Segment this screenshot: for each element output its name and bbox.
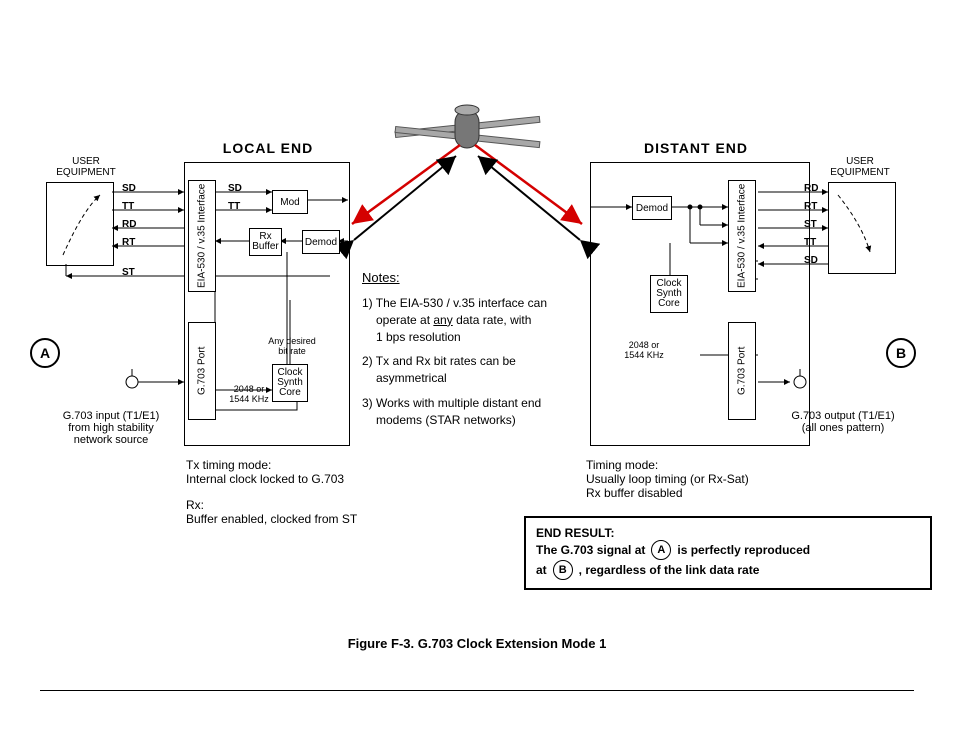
notes-block: Notes: 1) The EIA-530 / v.35 interface c… <box>362 270 582 429</box>
sig-st-l1: ST <box>122 267 135 278</box>
g703-input-caption: G.703 input (T1/E1) from high stability … <box>36 410 186 446</box>
sig-sd-l1: SD <box>122 183 136 194</box>
end-result-line-d: , regardless of the link data rate <box>579 563 760 577</box>
end-result-line-c: at <box>536 563 547 577</box>
sig-tt-d: TT <box>804 237 816 248</box>
rx-mode-title: Rx: <box>186 498 357 512</box>
circle-a-letter: A <box>40 345 50 361</box>
eia-interface-distant: EIA-530 / v.35 Interface <box>728 180 756 292</box>
rx-buffer-label: Rx Buffer <box>252 232 279 252</box>
demod-distant-label: Demod <box>636 203 668 214</box>
dist-mode-body1: Usually loop timing (or Rx-Sat) <box>586 472 749 486</box>
sig-st-d: ST <box>804 219 817 230</box>
user-equipment-label-distant: USER EQUIPMENT <box>818 156 902 178</box>
note2b: asymmetrical <box>362 370 582 387</box>
sig-rd-l1: RD <box>122 219 136 230</box>
end-result-line-a: The G.703 signal at <box>536 543 645 557</box>
tx-mode-title: Tx timing mode: <box>186 458 357 472</box>
g703-port-distant-label: G.703 Port <box>737 347 748 395</box>
sig-rt-d: RT <box>804 201 817 212</box>
user-equipment-label-local: USER EQUIPMENT <box>44 156 128 178</box>
demod-local: Demod <box>302 230 340 254</box>
sig-rt-l1: RT <box>122 237 135 248</box>
sig-tt-l2: TT <box>228 201 240 212</box>
end-result-circle-b: B <box>553 560 573 580</box>
end-result-box: END RESULT: The G.703 signal at A is per… <box>524 516 932 590</box>
eia-interface-local: EIA-530 / v.35 Interface <box>188 180 216 292</box>
end-result-title: END RESULT: <box>536 526 920 540</box>
clock-synth-distant-label: Clock Synth Core <box>656 279 682 309</box>
notes-heading: Notes: <box>362 270 582 285</box>
g703-output-caption: G.703 output (T1/E1) (all ones pattern) <box>768 410 918 434</box>
note1b-u: any <box>433 313 452 327</box>
circle-b: B <box>886 338 916 368</box>
satellite-icon <box>395 105 540 148</box>
dist-mode-body2: Rx buffer disabled <box>586 486 749 500</box>
note1a: 1) The EIA-530 / v.35 interface can <box>362 295 582 312</box>
eia-interface-distant-label: EIA-530 / v.35 Interface <box>737 184 748 288</box>
circle-a: A <box>30 338 60 368</box>
g703-port-local-label: G.703 Port <box>197 347 208 395</box>
clock-synth-local: Clock Synth Core <box>272 364 308 402</box>
circle-b-letter: B <box>896 345 906 361</box>
end-result-a-letter: A <box>657 544 665 556</box>
g703-rate-distant: 2048 or 1544 KHz <box>620 340 668 360</box>
end-result-line-b: is perfectly reproduced <box>677 543 810 557</box>
note3b: modems (STAR networks) <box>362 412 582 429</box>
sig-sd-d: SD <box>804 255 818 266</box>
demod-distant: Demod <box>632 196 672 220</box>
figure-caption: Figure F-3. G.703 Clock Extension Mode 1 <box>0 636 954 651</box>
diagram-page: LOCAL END DISTANT END EIA-530 / v.35 Int… <box>0 0 954 738</box>
local-end-title: LOCAL END <box>188 140 348 156</box>
sig-tt-l1: TT <box>122 201 134 212</box>
user-equipment-box-distant <box>828 182 896 274</box>
g703-rate-local: 2048 or 1544 KHz <box>225 384 273 404</box>
mod-label: Mod <box>280 197 299 208</box>
g703-port-local: G.703 Port <box>188 322 216 420</box>
note3a: 3) Works with multiple distant end <box>362 395 582 412</box>
distant-end-box <box>590 162 810 446</box>
note1b-post: data rate, with <box>453 313 532 327</box>
mod-block: Mod <box>272 190 308 214</box>
distant-end-title: DISTANT END <box>586 140 806 156</box>
g703-port-distant: G.703 Port <box>728 322 756 420</box>
clock-synth-distant: Clock Synth Core <box>650 275 688 313</box>
rx-buffer-block: Rx Buffer <box>249 228 282 256</box>
eia-interface-local-label: EIA-530 / v.35 Interface <box>197 184 208 288</box>
tx-mode-body: Internal clock locked to G.703 <box>186 472 357 486</box>
note1c: 1 bps resolution <box>362 329 582 346</box>
user-equipment-box-local <box>46 182 114 266</box>
note1b-pre: operate at <box>376 313 433 327</box>
sig-rd-d: RD <box>804 183 818 194</box>
rx-mode-body: Buffer enabled, clocked from ST <box>186 512 357 526</box>
clock-synth-local-label: Clock Synth Core <box>277 368 303 398</box>
bottom-rule <box>40 690 914 691</box>
any-bit-rate: Any desired bit rate <box>262 336 322 356</box>
end-result-b-letter: B <box>559 564 567 576</box>
sig-sd-l2: SD <box>228 183 242 194</box>
dist-mode-title: Timing mode: <box>586 458 749 472</box>
demod-local-label: Demod <box>305 237 337 248</box>
note2a: 2) Tx and Rx bit rates can be <box>362 353 582 370</box>
end-result-circle-a: A <box>651 540 671 560</box>
